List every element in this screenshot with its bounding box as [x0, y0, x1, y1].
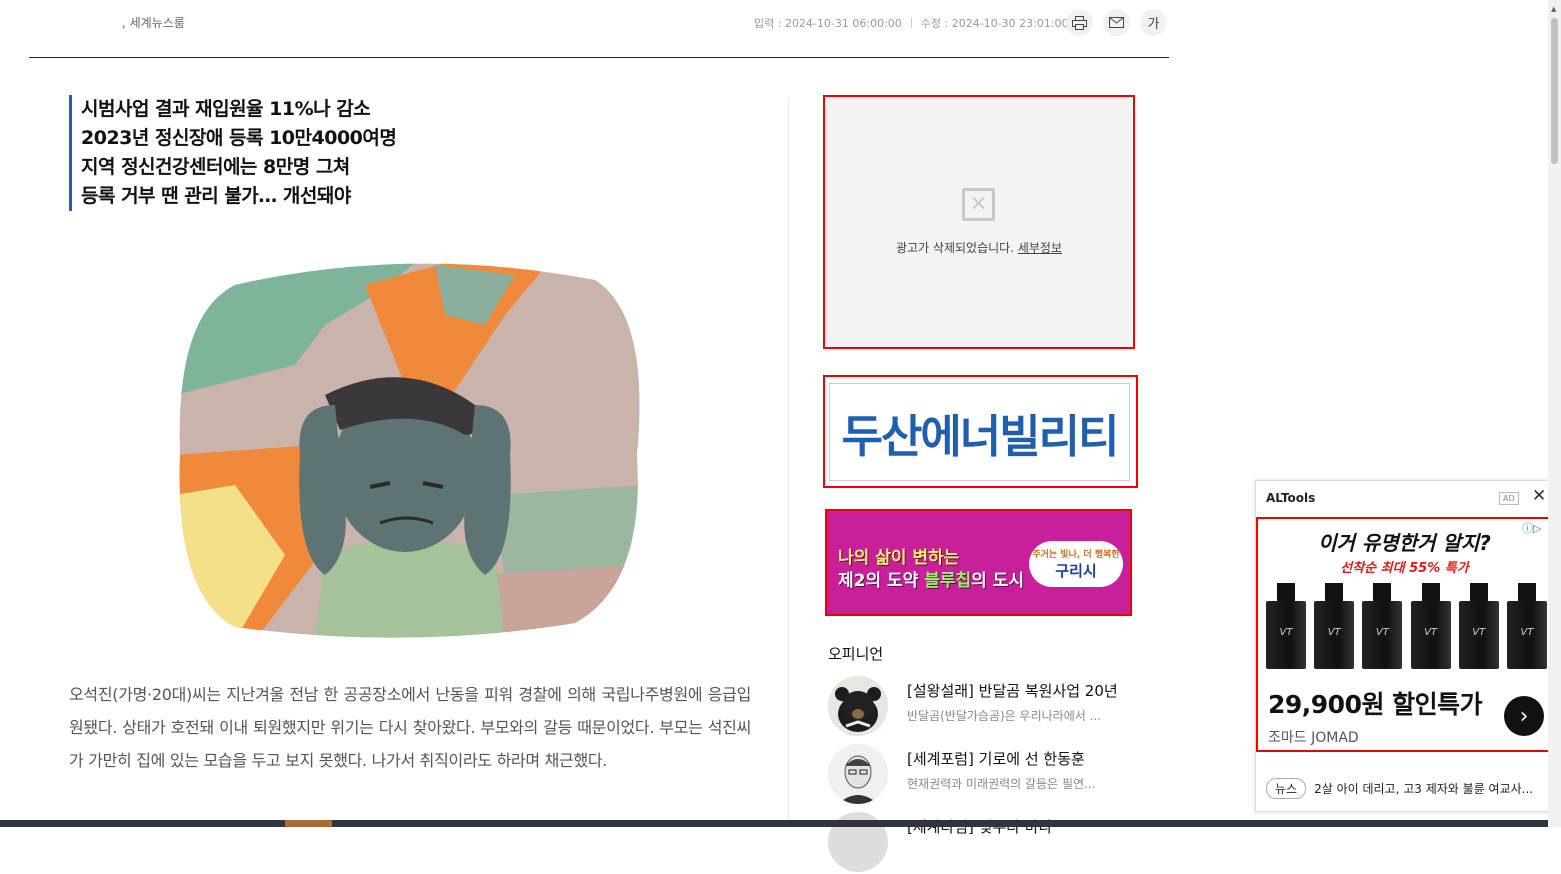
altools-ad[interactable]: ⓘ▷ 이거 유명한거 알지? 선착순 최대 55% 특가 VT VT VT VT… [1256, 517, 1553, 752]
date-edit: 수정 : 2024-10-30 23:01:00 [920, 17, 1069, 30]
bottle-image: VT [1457, 583, 1501, 669]
columnist-thumbnail [828, 744, 888, 804]
bear-thumbnail [828, 676, 888, 736]
ad-price: 29,900원 할인특가 [1268, 690, 1483, 719]
close-icon[interactable]: ✕ [1532, 486, 1546, 506]
opinion-section-title: 오피니언 [828, 645, 884, 663]
chevron-right-icon[interactable]: › [1504, 696, 1544, 736]
ad-brand: 조마드 JOMAD [1268, 730, 1359, 746]
doosan-ad-banner[interactable]: 두산에너빌리티 [823, 375, 1138, 488]
ad-subhead: 선착순 최대 55% 특가 [1340, 561, 1469, 576]
removed-ad-message: 광고가 삭제되었습니다. 세부정보 [895, 241, 1063, 255]
guri-ad-line1: 나의 삶이 변하는 [838, 548, 960, 568]
print-button[interactable] [1066, 9, 1093, 36]
news-headline: 2살 아이 데리고, 고3 제자와 불륜 여교사... [1314, 782, 1534, 796]
article-illustration [179, 263, 640, 638]
news-ticker[interactable]: 뉴스 2살 아이 데리고, 고3 제자와 불륜 여교사... [1266, 778, 1533, 799]
ad-badge: AD [1499, 492, 1519, 505]
guri-logo: 주거는 빛나, 더 행복한 구리시 [1029, 541, 1123, 587]
scrollbar-thumb[interactable] [1551, 18, 1558, 164]
bottle-image: VT [1409, 583, 1453, 669]
divider [910, 18, 912, 28]
printer-icon [1072, 15, 1087, 30]
opinion-item[interactable]: [세계포럼] 기로에 선 한동훈 현재권력과 미래권력의 갈등은 필연... [828, 744, 1138, 806]
subtitle-line: 2023년 정신장애 등록 10만4000여명 [81, 127, 397, 149]
subtitle-line: 지역 정신건강센터에는 8만명 그쳐 [81, 156, 350, 178]
scroll-up-icon[interactable]: ▲ [1551, 5, 1556, 13]
removed-ad-slot: × 광고가 삭제되었습니다. 세부정보 [823, 95, 1135, 349]
opinion-item-desc: 현재권력과 미래권력의 갈등은 필연... [907, 777, 1096, 791]
taskbar-highlight [285, 820, 332, 827]
article-subtitle: 시범사업 결과 재입원율 11%나 감소 2023년 정신장애 등록 10만40… [69, 95, 397, 211]
bottle-image: VT [1360, 583, 1404, 669]
opinion-item-title: [세계포럼] 기로에 선 한동훈 [907, 750, 1085, 768]
article-dates: 입력 : 2024-10-31 06:00:00 수정 : 2024-10-30 … [754, 15, 1069, 31]
guri-ad-banner[interactable]: 나의 삶이 변하는 제2의 도약 블루칩의 도시 주거는 빛나, 더 행복한 구… [825, 509, 1132, 616]
news-tag: 뉴스 [1266, 778, 1307, 799]
altools-title: ALTools [1266, 491, 1316, 505]
guri-slogan: 주거는 빛나, 더 행복한 [1032, 550, 1120, 560]
doosan-ad-text: 두산에너빌리티 [829, 383, 1130, 481]
taskbar-strip [0, 820, 1548, 827]
scrollbar[interactable]: ▲ [1548, 0, 1561, 827]
subtitle-line: 등록 거부 땐 관리 불가… 개선돼야 [81, 185, 351, 207]
article-body: 오석진(가명·20대)씨는 지난겨울 전남 한 공공장소에서 난동을 피워 경찰… [69, 685, 751, 770]
date-input: 입력 : 2024-10-31 06:00:00 [754, 17, 902, 30]
ad-details-link[interactable]: 세부정보 [1018, 241, 1062, 255]
byline: , 세계뉴스룸 [122, 16, 185, 30]
bottle-image: VT [1505, 583, 1549, 669]
column-divider [788, 98, 789, 827]
font-size-button[interactable]: 가 [1140, 9, 1167, 36]
guri-ad-line2: 제2의 도약 블루칩의 도시 [838, 571, 1024, 591]
envelope-icon [1109, 17, 1124, 28]
opinion-item-desc: 반달곰(반달가슴곰)은 우리나라에서 ... [907, 709, 1102, 723]
email-button[interactable] [1103, 9, 1130, 36]
ad-headline: 이거 유명한거 알지? [1318, 531, 1491, 555]
bottle-image: VT [1312, 583, 1356, 669]
subtitle-line: 시범사업 결과 재입원율 11%나 감소 [81, 98, 371, 120]
opinion-item[interactable]: [설왕설래] 반달곰 복원사업 20년 반달곰(반달가슴곰)은 우리나라에서 .… [828, 676, 1138, 738]
opinion-item-title: [설왕설래] 반달곰 복원사업 20년 [907, 682, 1118, 700]
product-images: VT VT VT VT VT VT [1264, 583, 1549, 669]
altools-popup: ALTools AD ✕ ⓘ▷ 이거 유명한거 알지? 선착순 최대 55% 특… [1255, 480, 1557, 812]
broken-image-icon: × [962, 188, 995, 221]
bottle-image: VT [1264, 583, 1308, 669]
guri-city-name: 구리시 [1055, 562, 1097, 580]
header-divider [29, 57, 1169, 58]
